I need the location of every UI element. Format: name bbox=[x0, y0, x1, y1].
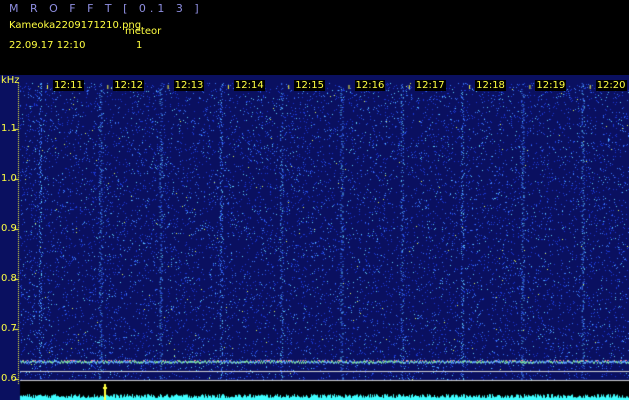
date-time: 22.09.17 12:10 bbox=[9, 40, 86, 51]
y-axis-unit: kHz bbox=[1, 75, 20, 86]
y-tick-label: 0.9 bbox=[1, 223, 17, 234]
y-tick-label: 0.7 bbox=[1, 323, 17, 334]
x-tick-label: 12:16 bbox=[354, 80, 386, 91]
x-tick-label: 12:11 bbox=[53, 80, 84, 91]
y-tick-label: 0.8 bbox=[1, 273, 17, 284]
spectrogram-canvas bbox=[0, 75, 629, 400]
x-tick-label: 12:18 bbox=[475, 80, 506, 91]
header-panel: M R O F F T [ 0.1 3 ] Kameoka2209171210.… bbox=[0, 0, 629, 75]
x-tick-label: 12:19 bbox=[535, 80, 567, 91]
file-name: Kameoka2209171210.png bbox=[9, 20, 142, 31]
x-tick-label: 12:12 bbox=[113, 80, 145, 91]
y-tick-label: 1.0 bbox=[1, 173, 17, 184]
meteor-count: 1 bbox=[136, 40, 143, 51]
app-title: M R O F F T [ 0.1 3 ] bbox=[9, 2, 203, 15]
y-tick-label: 1.1 bbox=[1, 123, 17, 134]
x-tick-label: 12:20 bbox=[595, 80, 627, 91]
x-tick-label: 12:17 bbox=[414, 80, 446, 91]
x-tick-label: 12:13 bbox=[173, 80, 205, 91]
spectrogram-panel: kHz 1.1 1.0 0.9 0.8 0.7 0.6 12:11 12:12 12:13 12… bbox=[0, 75, 629, 400]
y-tick-label: 0.6 bbox=[1, 373, 17, 384]
x-tick-label: 12:14 bbox=[233, 80, 265, 91]
meteor-label: meteor bbox=[125, 26, 162, 37]
x-tick-label: 12:15 bbox=[294, 80, 326, 91]
